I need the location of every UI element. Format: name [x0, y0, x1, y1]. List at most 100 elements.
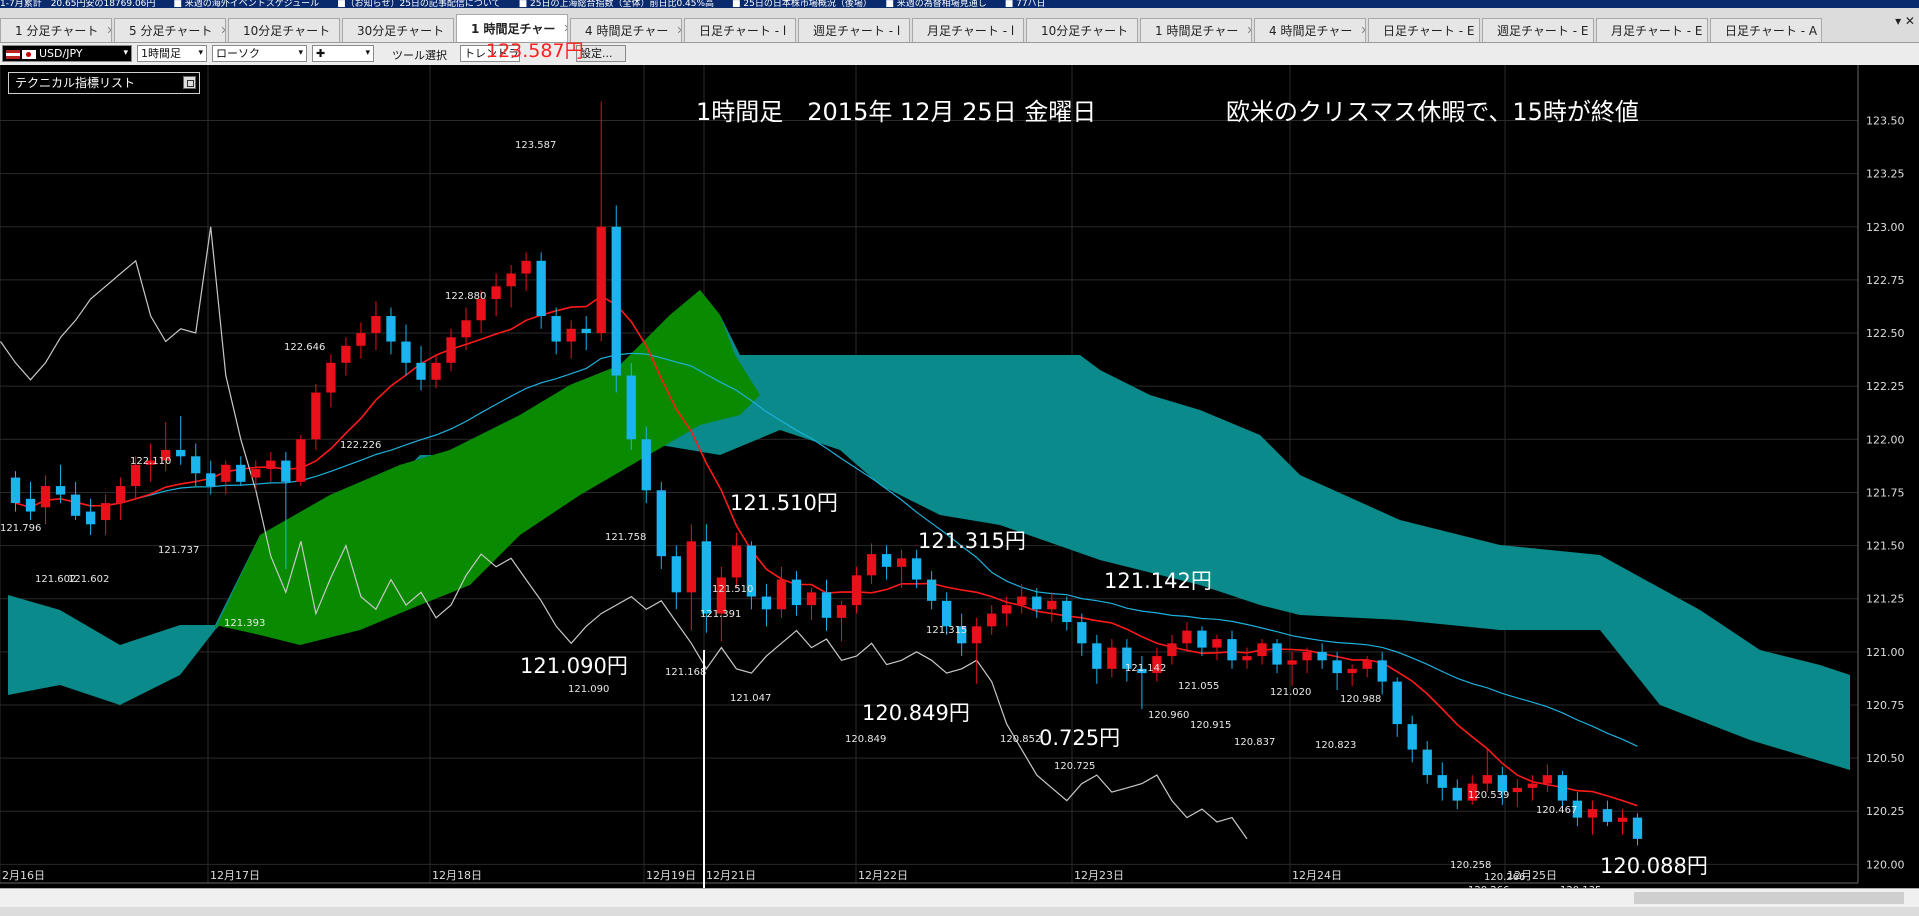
- tab-chart[interactable]: 日足チャート - A✕: [1710, 18, 1822, 42]
- close-icon[interactable]: ✕: [220, 24, 225, 37]
- tab-chart[interactable]: 30分足チャート ✕: [342, 18, 454, 42]
- candle-body: [266, 460, 276, 470]
- tab-chart[interactable]: 月足チャート - E✕: [1596, 18, 1708, 42]
- candle-body: [100, 503, 111, 521]
- x-tick-label: 12月22日: [858, 869, 908, 882]
- chart-type-select[interactable]: ローソク ▾: [212, 45, 307, 62]
- candle-body: [611, 226, 621, 376]
- price-label: 120.823: [1315, 740, 1356, 751]
- close-icon[interactable]: ✕: [452, 24, 453, 37]
- candle-body: [596, 226, 606, 334]
- chart-headline-note: 欧米のクリスマス休暇で、15時が終値: [1226, 98, 1639, 126]
- candle-body: [941, 600, 952, 627]
- tab-chart[interactable]: 4 時間足チャー ✕: [570, 18, 682, 42]
- tab-label: 週足チャート - E: [1497, 24, 1589, 38]
- price-label: 123.587: [515, 140, 556, 151]
- technical-indicator-list[interactable]: テクニカル指標リスト: [8, 72, 200, 94]
- candle-body: [341, 345, 351, 363]
- x-tick-label: 12月24日: [1292, 869, 1342, 882]
- annotation-label: 120.088円: [1600, 854, 1708, 878]
- y-tick-label: 121.00: [1866, 646, 1905, 659]
- tab-chart[interactable]: 1 分足チャート ✕: [0, 18, 112, 42]
- symbol-select[interactable]: USD/JPY ▾: [2, 45, 132, 62]
- candle-body: [1422, 749, 1432, 776]
- price-label: 121.393: [224, 618, 265, 629]
- candle-body: [446, 337, 456, 363]
- tab-chart[interactable]: 5 分足チャート ✕: [114, 18, 226, 42]
- drawing-tool-select[interactable]: ✚ ▾: [312, 45, 374, 62]
- close-icon[interactable]: ✕: [676, 24, 681, 37]
- candle-body: [1512, 787, 1522, 793]
- tab-chart[interactable]: 月足チャート - l ✕: [912, 18, 1024, 42]
- candle-body: [191, 456, 201, 474]
- tab-chart[interactable]: 週足チャート - E✕: [1482, 18, 1594, 42]
- tab-chart[interactable]: 週足チャート - l ✕: [798, 18, 910, 42]
- y-tick-label: 121.25: [1866, 593, 1905, 606]
- close-icon[interactable]: ✕: [1022, 24, 1023, 37]
- tab-label: 10分足チャート: [243, 24, 331, 38]
- news-ticker[interactable]: 1-7月累計 20.65円安の18769.06円 ■ 来週の海外イベントスケジュ…: [0, 0, 1919, 8]
- close-icon[interactable]: ✕: [1136, 24, 1137, 37]
- maximize-icon[interactable]: [183, 76, 196, 89]
- scrollbar-thumb[interactable]: [1634, 892, 1904, 904]
- candle-body: [1212, 639, 1222, 648]
- candle-body: [1452, 787, 1462, 801]
- candle-body: [686, 541, 696, 593]
- candle-body: [1347, 668, 1357, 674]
- timeframe-select[interactable]: 1時間足 ▾: [137, 45, 207, 62]
- close-icon[interactable]: ✕: [338, 24, 339, 37]
- crosshair-icon: ✚: [316, 47, 326, 60]
- y-tick-label: 120.25: [1866, 805, 1905, 818]
- tab-chart[interactable]: 日足チャート - E✕: [1368, 18, 1480, 42]
- candle-body: [536, 260, 546, 317]
- price-label: 122.226: [340, 440, 381, 451]
- price-label: 121.758: [605, 532, 646, 543]
- y-tick-label: 122.25: [1866, 380, 1905, 393]
- tab-label: 月足チャート - E: [1611, 24, 1703, 38]
- close-icon[interactable]: ✕: [908, 24, 909, 37]
- close-icon[interactable]: ✕: [1360, 24, 1365, 37]
- candle-body: [836, 605, 847, 618]
- y-tick-label: 121.50: [1866, 540, 1905, 553]
- candle-body: [866, 554, 877, 576]
- candle-body: [1167, 643, 1177, 657]
- tab-label: 1 時間足チャー: [1155, 24, 1239, 38]
- price-label: 121.047: [730, 693, 771, 704]
- close-icon[interactable]: ✕: [563, 22, 567, 35]
- candles: [10, 101, 1643, 846]
- tab-chart[interactable]: 10分足チャート ✕: [1026, 18, 1138, 42]
- chart-type-label: ローソク: [216, 47, 260, 60]
- close-icon[interactable]: ✕: [794, 24, 795, 37]
- candle-body: [85, 511, 96, 525]
- candle-body: [1062, 600, 1072, 623]
- price-label: 120.539: [1468, 790, 1509, 801]
- candle-body: [881, 554, 892, 567]
- candle-body: [311, 392, 321, 440]
- candle-body: [281, 460, 291, 482]
- tab-bar-controls[interactable]: ▾ ✕: [1895, 14, 1915, 28]
- price-label: 121.020: [1270, 687, 1311, 698]
- price-label: 121.796: [0, 523, 41, 534]
- y-tick-label: 123.25: [1866, 168, 1905, 181]
- candle-body: [416, 362, 426, 380]
- tab-label: 10分足チャート: [1041, 24, 1129, 38]
- horizontal-scrollbar[interactable]: [0, 888, 1919, 916]
- candle-body: [10, 477, 21, 504]
- tab-chart[interactable]: 1 時間足チャー ✕: [1140, 18, 1252, 42]
- candle-body: [521, 260, 531, 274]
- tab-chart[interactable]: 4 時間足チャー ✕: [1254, 18, 1366, 42]
- price-label: 121.315: [926, 625, 967, 636]
- price-label: 121.737: [158, 545, 199, 556]
- y-tick-label: 123.50: [1866, 115, 1905, 128]
- close-icon[interactable]: ✕: [1246, 24, 1251, 37]
- close-icon[interactable]: ✕: [106, 24, 111, 37]
- news-ticker-text: 1-7月累計 20.65円安の18769.06円 ■ 来週の海外イベントスケジュ…: [0, 0, 1046, 8]
- indicator-list-label: テクニカル指標リスト: [15, 76, 136, 90]
- candle-body: [326, 362, 336, 393]
- tab-chart[interactable]: 10分足チャート ✕: [228, 18, 340, 42]
- candle-body: [1527, 783, 1538, 788]
- price-chart[interactable]: 123.587 122.880 122.646 122.226 122.110 121.7…: [0, 65, 1919, 888]
- tab-chart[interactable]: 日足チャート - l ✕: [684, 18, 796, 42]
- price-label: 120.852: [1000, 734, 1041, 745]
- timeframe-label: 1時間足: [141, 47, 181, 60]
